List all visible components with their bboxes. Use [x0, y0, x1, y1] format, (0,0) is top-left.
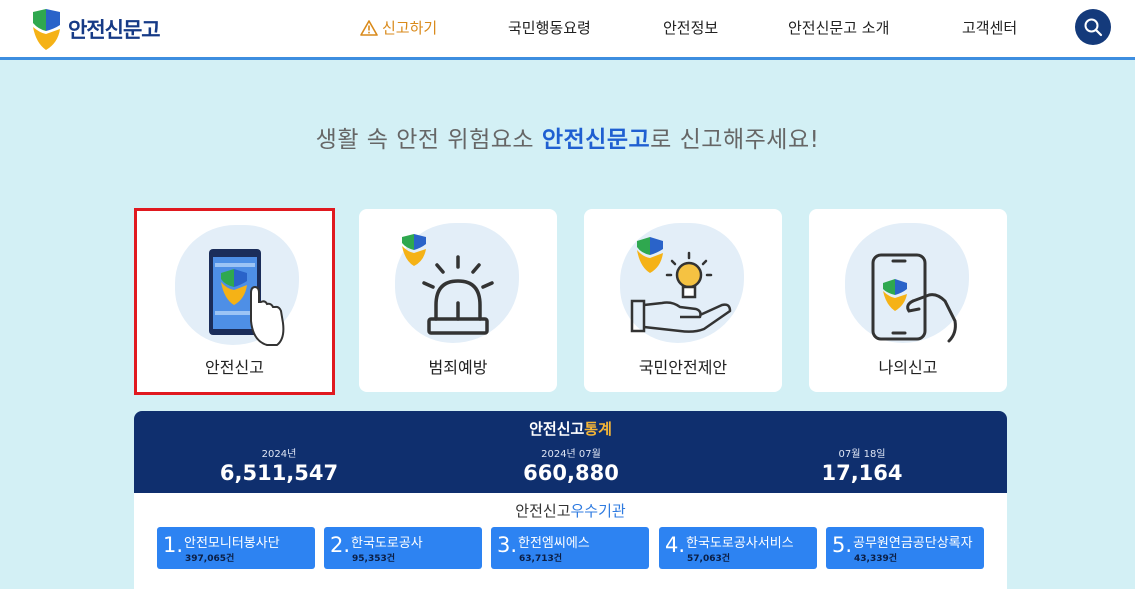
stat-label: 2024년	[261, 449, 297, 460]
card-label: 국민안전제안	[638, 358, 728, 377]
agency-rank: 5.	[832, 533, 853, 557]
card-crime-prevention[interactable]: 범죄예방	[359, 209, 557, 392]
agency-rank: 4.	[665, 533, 686, 557]
agency-name: 한국도로공사서비스	[686, 536, 794, 551]
stats-title-accent: 통계	[584, 420, 612, 438]
stat-value: 660,880	[523, 461, 619, 485]
agency-count: 43,339건	[854, 554, 898, 564]
agency-item[interactable]: 3. 한전엠씨에스 63,713건	[491, 527, 649, 569]
phone-touch-icon	[871, 253, 957, 343]
agency-count: 63,713건	[519, 554, 563, 564]
nav-guidelines[interactable]: 국민행동요령	[508, 17, 591, 38]
site-logo[interactable]: 안전신문고	[30, 7, 161, 51]
idea-hand-icon	[630, 237, 732, 333]
agency-item[interactable]: 5. 공무원연금공단상록자 43,339건	[826, 527, 984, 569]
page-headline: 생활 속 안전 위험요소 안전신문고로 신고해주세요!	[0, 120, 1135, 154]
stat-label: 07월 18일	[838, 449, 886, 460]
nav-report-label: 신고하기	[382, 19, 438, 37]
agencies-title: 안전신고우수기관	[134, 500, 1007, 521]
search-button[interactable]	[1075, 9, 1111, 45]
stats-title-main: 안전신고	[529, 420, 585, 438]
stat-month: 2024년 07월 660,880	[481, 445, 661, 485]
agencies-title-main: 안전신고	[515, 502, 571, 520]
siren-icon	[402, 234, 494, 335]
stat-label: 2024년 07월	[541, 449, 601, 460]
agencies-title-accent: 우수기관	[570, 502, 626, 520]
agency-name: 공무원연금공단상록자	[853, 536, 973, 551]
card-label: 안전신고	[205, 358, 264, 377]
logo-text: 안전신문고	[68, 18, 161, 42]
nav-customer-center[interactable]: 고객센터	[962, 17, 1017, 38]
agency-rank: 2.	[330, 533, 351, 557]
headline-highlight: 안전신문고	[541, 127, 651, 153]
report-statistics: 안전신고통계 2024년 6,511,547 2024년 07월 660,880…	[134, 411, 1007, 493]
headline-suffix: 로 신고해주세요!	[650, 127, 820, 153]
stat-day: 07월 18일 17,164	[772, 445, 952, 485]
card-my-reports[interactable]: 나의신고	[809, 209, 1007, 392]
agency-rank: 1.	[163, 533, 184, 557]
top-agencies: 안전신고우수기관 1. 안전모니터봉사단 397,065건 2. 한국도로공사 …	[134, 493, 1007, 589]
card-label: 범죄예방	[428, 358, 488, 377]
nav-safety-info[interactable]: 안전정보	[663, 17, 718, 38]
phone-hand-icon	[209, 249, 285, 346]
agency-item[interactable]: 4. 한국도로공사서비스 57,063건	[659, 527, 817, 569]
agency-name: 한국도로공사	[351, 536, 423, 551]
agency-item[interactable]: 2. 한국도로공사 95,353건	[324, 527, 482, 569]
agency-count: 397,065건	[185, 554, 235, 564]
stats-title: 안전신고통계	[134, 418, 1007, 439]
top-header: 안전신문고 신고하기 국민행동요령 안전정보 안전신문고 소개 고객센터	[0, 0, 1135, 60]
agency-item[interactable]: 1. 안전모니터봉사단 397,065건	[157, 527, 315, 569]
agency-count: 95,353건	[352, 554, 396, 564]
stat-value: 17,164	[821, 461, 903, 485]
card-safety-proposal[interactable]: 국민안전제안	[584, 209, 782, 392]
headline-prefix: 생활 속 안전 위험요소	[315, 127, 542, 153]
shield-logo-icon	[33, 9, 60, 50]
warning-icon	[360, 19, 378, 36]
stat-value: 6,511,547	[219, 461, 339, 485]
nav-report[interactable]: 신고하기	[360, 17, 437, 38]
agency-name: 안전모니터봉사단	[184, 536, 280, 551]
card-label: 나의신고	[878, 358, 938, 377]
stat-year: 2024년 6,511,547	[189, 445, 369, 485]
nav-about[interactable]: 안전신문고 소개	[788, 17, 889, 38]
agency-rank: 3.	[497, 533, 518, 557]
card-safety-report[interactable]: 안전신고	[134, 208, 335, 395]
agency-name: 한전엠씨에스	[518, 536, 590, 551]
search-icon	[1084, 18, 1103, 37]
agency-count: 57,063건	[687, 554, 731, 564]
